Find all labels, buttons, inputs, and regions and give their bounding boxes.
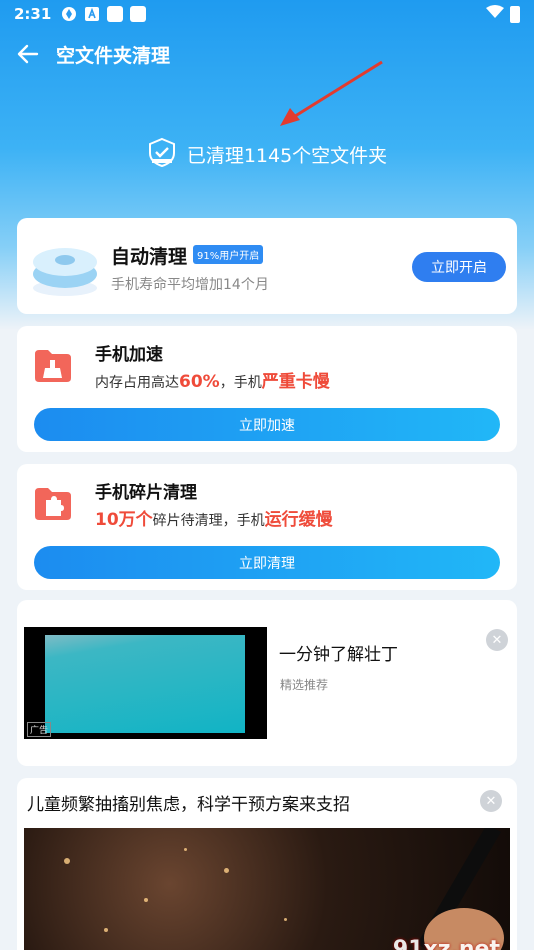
robot-vacuum-icon — [29, 238, 101, 304]
fragment-description: 10万个碎片待清理，手机运行缓慢 — [95, 505, 333, 530]
auto-clean-title: 自动清理 — [111, 246, 188, 268]
enable-now-button[interactable]: 立即开启 — [412, 252, 506, 282]
pen-hand-image — [417, 828, 504, 950]
speedup-desc-middle: ，手机 — [219, 375, 262, 391]
ad-tag: 广告 — [27, 722, 52, 737]
title-bar: 空文件夹清理 — [0, 34, 534, 74]
folder-broom-icon — [33, 348, 73, 388]
app-notification-icon — [61, 6, 77, 22]
close-article-button[interactable]: ✕ — [480, 790, 502, 812]
page-title: 空文件夹清理 — [56, 44, 171, 67]
ad-title[interactable]: 一分钟了解壮丁 — [279, 640, 398, 665]
status-time: 2:31 — [14, 5, 52, 23]
fragment-card: 手机碎片清理 10万个碎片待清理，手机运行缓慢 立即清理 — [17, 464, 517, 590]
fragment-count: 10万个 — [95, 510, 153, 530]
watermark-text: 91xz.net — [392, 937, 500, 950]
user-percent-badge: 91%用户开启 — [193, 245, 264, 264]
ad-card-video[interactable]: 广告 一分钟了解壮丁 精选推荐 ✕ — [17, 600, 517, 766]
annotation-arrow-icon — [280, 60, 383, 126]
ad-subtitle: 精选推荐 — [280, 678, 329, 692]
battery-icon — [510, 5, 520, 23]
wifi-icon — [486, 5, 504, 23]
auto-clean-subtitle: 手机寿命平均增加14个月 — [111, 277, 269, 293]
app-a-icon — [84, 6, 100, 22]
fragment-desc-middle: 碎片待清理，手机 — [152, 513, 265, 529]
clean-result-text: 已清理1145个空文件夹 — [186, 144, 388, 167]
article-title[interactable]: 儿童频繁抽搐别焦虑，科学干预方案来支招 — [27, 790, 350, 815]
notification-square-icon — [107, 6, 124, 22]
article-photo[interactable]: 91xz.net — [24, 828, 510, 950]
speedup-card: 手机加速 内存占用高达60%，手机严重卡慢 立即加速 — [17, 326, 517, 452]
speedup-button[interactable]: 立即加速 — [34, 408, 500, 441]
auto-clean-card: 自动清理 91%用户开启 手机寿命平均增加14个月 立即开启 — [17, 218, 517, 314]
speedup-description: 内存占用高达60%，手机严重卡慢 — [95, 367, 330, 392]
close-ad-button[interactable]: ✕ — [486, 629, 508, 651]
back-arrow-icon — [17, 44, 39, 64]
check-badge-icon — [147, 137, 177, 172]
folder-puzzle-icon — [33, 486, 73, 526]
clean-now-button[interactable]: 立即清理 — [34, 546, 500, 579]
notification-square-icon-2 — [130, 6, 147, 22]
status-bar: 2:31 — [0, 0, 534, 28]
lag-warning: 严重卡慢 — [261, 372, 330, 392]
back-button[interactable] — [0, 34, 56, 74]
ad-card-article[interactable]: 儿童频繁抽搐别焦虑，科学干预方案来支招 ✕ 91xz.net — [17, 778, 517, 950]
slow-warning: 运行缓慢 — [264, 510, 333, 530]
memory-percent: 60% — [179, 372, 220, 392]
speedup-title: 手机加速 — [95, 345, 163, 365]
clean-result: 已清理1145个空文件夹 — [0, 136, 534, 172]
speedup-desc-prefix: 内存占用高达 — [95, 375, 179, 391]
pool-image — [45, 635, 245, 733]
fragment-title: 手机碎片清理 — [95, 483, 197, 503]
ad-video-thumbnail[interactable]: 广告 — [24, 627, 267, 739]
